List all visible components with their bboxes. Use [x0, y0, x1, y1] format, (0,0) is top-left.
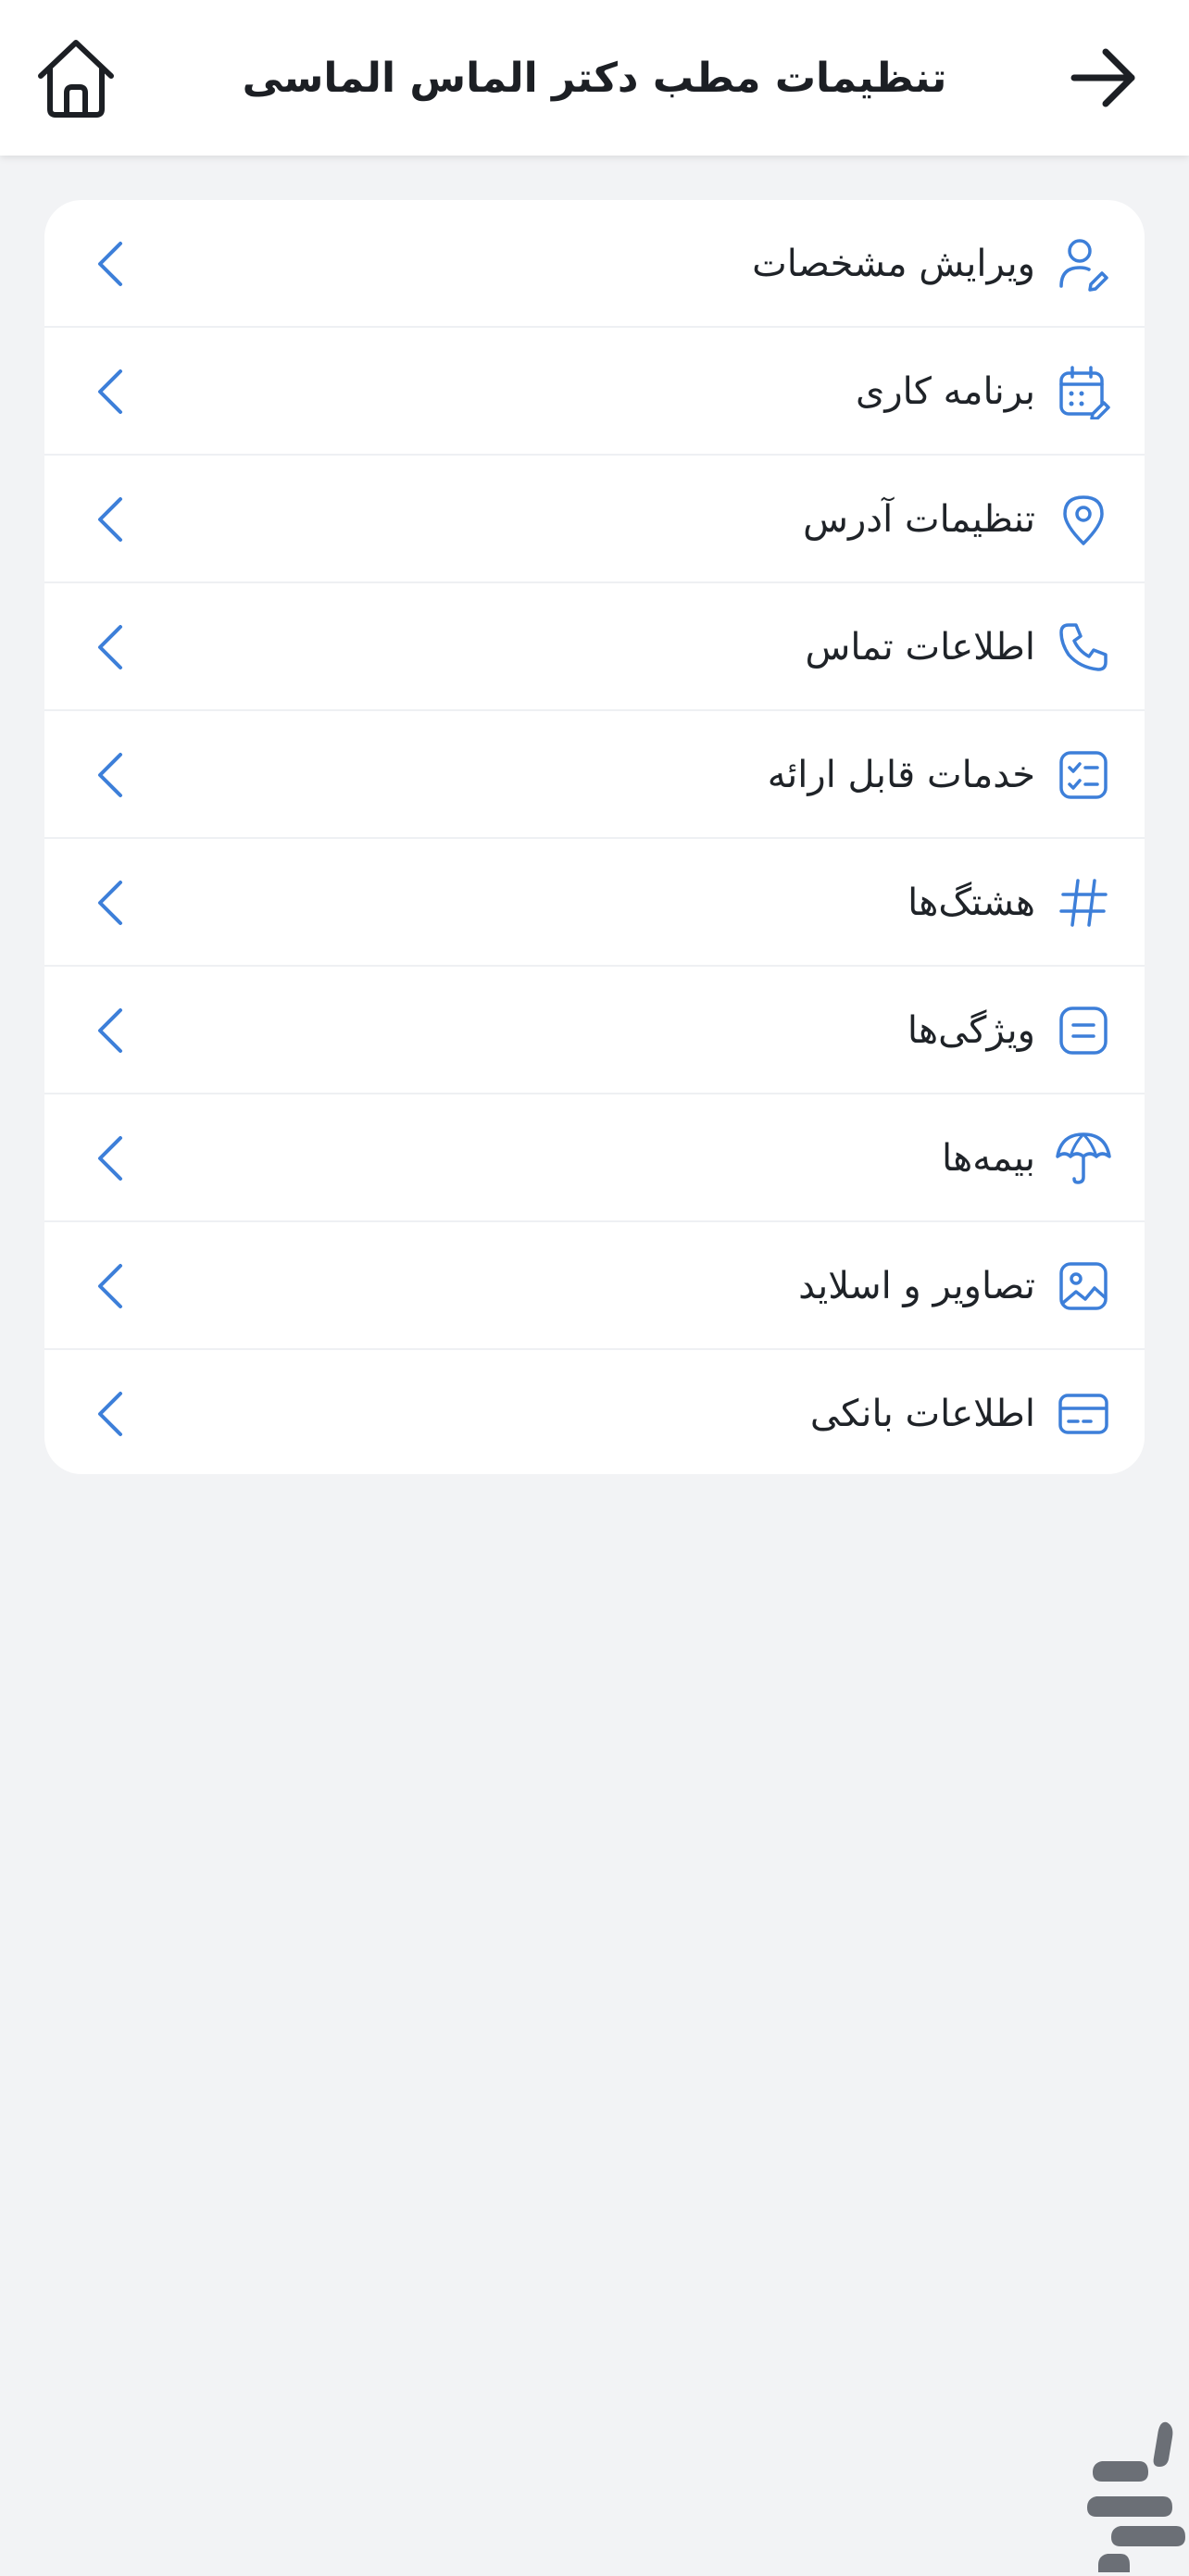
- page-title: تنظیمات مطب دکتر الماس الماسی: [242, 54, 947, 102]
- menu-item-label: بیمه‌ها: [941, 1137, 1035, 1180]
- menu-item-features[interactable]: ویژگی‌ها: [44, 967, 1145, 1094]
- menu-item-label: خدمات قابل ارائه: [767, 754, 1035, 796]
- menu-item-label: اطلاعات تماس: [805, 626, 1035, 669]
- chevron-left-icon: [85, 621, 137, 673]
- menu-item-label: هشتگ‌ها: [907, 882, 1035, 924]
- chevron-left-icon: [85, 1388, 137, 1440]
- hashtag-icon: [1054, 873, 1113, 932]
- umbrella-icon: [1054, 1129, 1113, 1188]
- menu-item-label: ویرایش مشخصات: [752, 243, 1035, 285]
- chevron-left-icon: [85, 1260, 137, 1312]
- checklist-icon: [1054, 745, 1113, 805]
- menu-item-edit-profile[interactable]: ویرایش مشخصات: [44, 200, 1145, 328]
- menu-item-label: ویژگی‌ها: [907, 1009, 1035, 1052]
- cafebazaar-logo-icon: [1083, 2417, 1185, 2572]
- menu-item-address-settings[interactable]: تنظیمات آدرس: [44, 456, 1145, 583]
- arrow-right-icon: [1070, 48, 1135, 107]
- chevron-left-icon: [85, 238, 137, 290]
- menu-item-work-schedule[interactable]: برنامه کاری: [44, 328, 1145, 456]
- menu-item-bank-info[interactable]: اطلاعات بانکی: [44, 1350, 1145, 1474]
- menu-item-hashtags[interactable]: هشتگ‌ها: [44, 839, 1145, 967]
- phone-icon: [1054, 618, 1113, 677]
- menu-item-label: تصاویر و اسلاید: [798, 1265, 1035, 1307]
- features-list-icon: [1054, 1001, 1113, 1060]
- calendar-edit-icon: [1054, 362, 1113, 421]
- location-pin-icon: [1054, 490, 1113, 549]
- menu-item-insurances[interactable]: بیمه‌ها: [44, 1094, 1145, 1222]
- chevron-left-icon: [85, 749, 137, 801]
- settings-menu-card: ویرایش مشخصات برنامه کاری تنظیمات آدرس ا…: [44, 200, 1145, 1474]
- chevron-left-icon: [85, 1005, 137, 1057]
- chevron-left-icon: [85, 1132, 137, 1184]
- top-app-bar: تنظیمات مطب دکتر الماس الماسی: [0, 0, 1189, 156]
- back-button[interactable]: [1063, 37, 1145, 119]
- menu-item-label: تنظیمات آدرس: [803, 498, 1035, 541]
- home-icon: [38, 40, 114, 118]
- bank-card-icon: [1054, 1384, 1113, 1444]
- menu-item-images-slides[interactable]: تصاویر و اسلاید: [44, 1222, 1145, 1350]
- home-button[interactable]: [30, 33, 122, 126]
- menu-item-services[interactable]: خدمات قابل ارائه: [44, 711, 1145, 839]
- menu-item-contact-info[interactable]: اطلاعات تماس: [44, 583, 1145, 711]
- image-icon: [1054, 1257, 1113, 1316]
- chevron-left-icon: [85, 494, 137, 545]
- chevron-left-icon: [85, 877, 137, 929]
- chevron-left-icon: [85, 366, 137, 418]
- menu-item-label: برنامه کاری: [856, 370, 1035, 413]
- menu-item-label: اطلاعات بانکی: [809, 1393, 1035, 1435]
- user-edit-icon: [1054, 234, 1113, 294]
